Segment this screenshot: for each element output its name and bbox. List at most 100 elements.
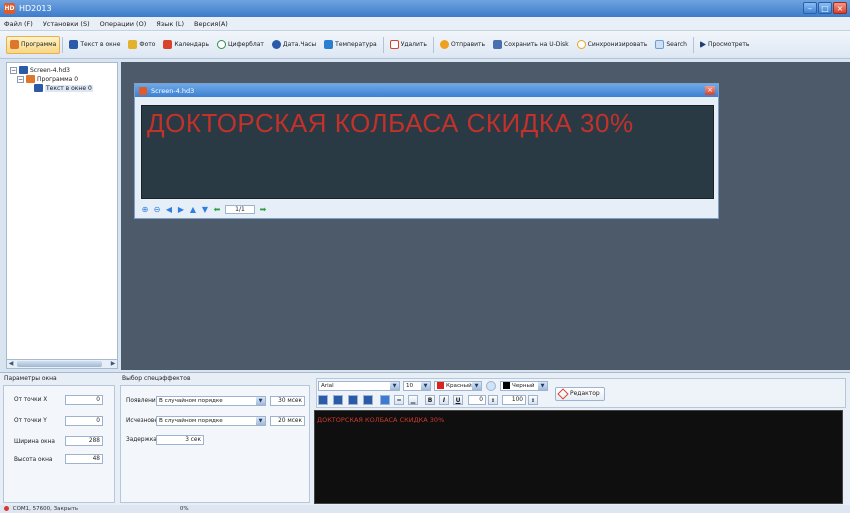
scale-stepper[interactable]: 100 <box>502 395 526 405</box>
italic-button[interactable]: I <box>439 395 449 405</box>
move-down-icon[interactable]: ▼ <box>201 205 209 214</box>
move-up-icon[interactable]: ▲ <box>189 205 197 214</box>
bold-button[interactable]: B <box>425 395 435 405</box>
window-width-label: Ширина окна <box>14 439 55 445</box>
color-picker-icon[interactable] <box>486 381 496 391</box>
clock-button[interactable]: Циферблат <box>213 36 268 54</box>
tree-horizontal-scrollbar[interactable]: ◀ ▶ <box>6 359 118 369</box>
background-color-select[interactable]: Черный ▼ <box>500 381 548 391</box>
app-logo-icon: HD <box>4 3 15 14</box>
maximize-button[interactable]: □ <box>818 2 832 14</box>
temperature-button-label: Температура <box>335 41 377 48</box>
window-params-heading: Параметры окна <box>4 375 57 382</box>
menu-version[interactable]: Версия(A) <box>194 20 228 28</box>
tree-node-screen[interactable]: − Screen-4.hd3 <box>10 66 70 74</box>
photo-button-label: Фото <box>139 41 156 48</box>
save-udisk-button[interactable]: Сохранить на U-Disk <box>489 36 573 54</box>
calendar-button[interactable]: Календарь <box>159 36 213 54</box>
text-edit-area[interactable]: ДОКТОРСКАЯ КОЛБАСА СКИДКА 30% <box>314 410 843 504</box>
datetime-button[interactable]: Дата.Часы <box>268 36 320 54</box>
move-left-icon[interactable]: ◀ <box>165 205 173 214</box>
appear-time-field[interactable]: 30 мсек <box>270 396 305 406</box>
text-window-icon <box>69 40 79 49</box>
align-center-icon[interactable] <box>333 395 343 405</box>
screen-icon <box>19 66 28 74</box>
text-color-select[interactable]: Красный ▼ <box>434 381 482 391</box>
page-indicator: 1/1 <box>225 205 255 214</box>
screen-window-close-button[interactable]: × <box>705 86 715 95</box>
align-left-icon[interactable] <box>318 395 328 405</box>
send-button[interactable]: Отправить <box>436 36 489 54</box>
program-button[interactable]: Программа <box>6 35 61 54</box>
temperature-icon <box>324 40 334 49</box>
delay-field[interactable]: 3 сек <box>156 435 204 445</box>
chevron-down-icon: ▼ <box>538 382 547 390</box>
save-udisk-button-label: Сохранить на U-Disk <box>504 41 569 48</box>
scale-spin-icon[interactable]: ⇕ <box>528 395 538 405</box>
disappear-effect-value: В случайном порядке <box>159 418 223 424</box>
tree-node-screen-label: Screen-4.hd3 <box>30 66 70 74</box>
minimize-button[interactable]: – <box>803 2 817 14</box>
zoom-out-icon[interactable]: ⊖ <box>153 205 161 214</box>
text-color-swatch <box>437 382 444 389</box>
screen-window-titlebar[interactable]: Screen-4.hd3 <box>135 84 718 97</box>
next-page-icon[interactable]: ➡ <box>259 205 267 214</box>
text-window-button[interactable]: Текст в окне <box>65 36 124 54</box>
menu-bar: Файл (F) Установки (S) Операции (O) Язык… <box>0 17 850 31</box>
previous-page-icon[interactable]: ⬅ <box>213 205 221 214</box>
sync-button-label: Синхронизировать <box>587 41 648 48</box>
editor-button-label: Редактор <box>570 390 600 397</box>
disappear-time-field[interactable]: 20 мсек <box>270 416 305 426</box>
search-icon <box>655 40 665 49</box>
tree-node-text-window-label: Текст в окне 0 <box>45 84 93 92</box>
font-size-select[interactable]: 10 ▼ <box>403 381 431 391</box>
delete-button[interactable]: Удалить <box>386 36 431 54</box>
temperature-button[interactable]: Температура <box>320 36 381 54</box>
scroll-right-icon[interactable]: ▶ <box>109 360 117 368</box>
background-color-value: Черный <box>512 383 535 389</box>
scroll-left-icon[interactable]: ◀ <box>7 360 15 368</box>
window-height-field[interactable]: 48 <box>65 454 103 464</box>
led-screen[interactable]: ДОКТОРСКАЯ КОЛБАСА СКИДКА 30% <box>141 105 714 199</box>
appear-label: Появление <box>126 398 160 404</box>
photo-icon <box>128 40 138 49</box>
menu-language[interactable]: Язык (L) <box>156 20 184 28</box>
scroll-thumb[interactable] <box>17 361 102 367</box>
menu-settings[interactable]: Установки (S) <box>43 20 90 28</box>
search-button[interactable]: Search <box>651 36 691 54</box>
menu-file[interactable]: Файл (F) <box>4 20 33 28</box>
appear-effect-select[interactable]: В случайном порядке ▼ <box>156 396 266 406</box>
move-right-icon[interactable]: ▶ <box>177 205 185 214</box>
chevron-down-icon: ▼ <box>472 382 481 390</box>
y-point-field[interactable]: 0 <box>65 416 103 426</box>
valign-top-icon[interactable] <box>380 395 390 405</box>
align-right-icon[interactable] <box>348 395 358 405</box>
photo-button[interactable]: Фото <box>124 36 159 54</box>
underline-button[interactable]: U <box>453 395 463 405</box>
font-select[interactable]: Arial ▼ <box>318 381 400 391</box>
x-point-field[interactable]: 0 <box>65 395 103 405</box>
menu-operations[interactable]: Операции (O) <box>100 20 147 28</box>
collapse-icon[interactable]: − <box>10 66 17 74</box>
progress-status: 0% <box>179 506 189 512</box>
valign-middle-icon[interactable]: ═ <box>394 395 404 405</box>
window-height-label: Высота окна <box>14 457 53 463</box>
sync-button[interactable]: Синхронизировать <box>573 36 652 54</box>
toolbar-separator <box>382 36 384 53</box>
window-width-field[interactable]: 288 <box>65 436 103 446</box>
tree-node-text-window[interactable]: Текст в окне 0 <box>34 84 93 92</box>
tree-node-program[interactable]: − Программа 0 <box>17 75 78 83</box>
valign-bottom-icon[interactable]: ▁ <box>408 395 418 405</box>
effects-heading: Выбор спецэффектов <box>122 375 191 382</box>
text-color-value: Красный <box>446 383 472 389</box>
editor-button[interactable]: Редактор <box>555 387 605 401</box>
collapse-icon[interactable]: − <box>17 75 24 83</box>
align-justify-icon[interactable] <box>363 395 373 405</box>
close-button[interactable]: × <box>833 2 847 14</box>
preview-button[interactable]: Просмотреть <box>696 36 754 54</box>
zoom-in-icon[interactable]: ⊕ <box>141 205 149 214</box>
spacing-spin-icon[interactable]: ⇕ <box>488 395 498 405</box>
preview-icon <box>699 41 706 48</box>
spacing-stepper[interactable]: 0 <box>468 395 486 405</box>
disappear-effect-select[interactable]: В случайном порядке ▼ <box>156 416 266 426</box>
